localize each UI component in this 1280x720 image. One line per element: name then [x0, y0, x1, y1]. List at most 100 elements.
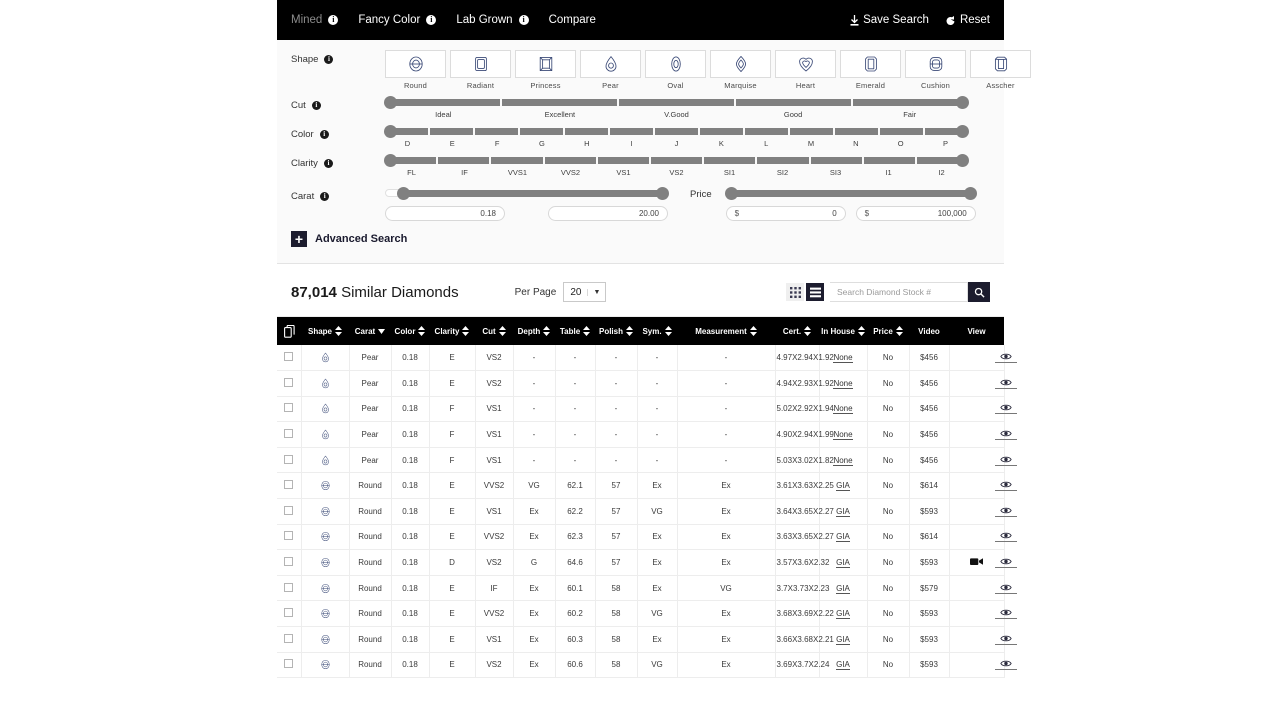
clarity-slider-segment[interactable]: [704, 156, 756, 164]
grid-view-button[interactable]: [786, 283, 804, 301]
color-slider-segment[interactable]: [565, 127, 608, 135]
row-checkbox-cell[interactable]: [277, 472, 302, 500]
price-min-input[interactable]: $ 0: [725, 206, 846, 221]
price-slider[interactable]: [724, 186, 977, 200]
table-row[interactable]: Round 0.18 E IF Ex 60.1 58 Ex VG 3.7X3.73X2.23 GIA…: [277, 575, 1017, 602]
clarity-slider-segment[interactable]: [491, 156, 543, 164]
sort-toggle-icon[interactable]: [749, 326, 757, 336]
row-checkbox-cell[interactable]: [277, 549, 302, 576]
info-icon[interactable]: i: [426, 15, 437, 25]
nav-tab-compare[interactable]: Compare: [549, 14, 596, 26]
shape-option-button[interactable]: [450, 50, 511, 78]
copy-icon[interactable]: [283, 324, 295, 338]
row-checkbox[interactable]: [284, 480, 294, 490]
sort-toggle-icon[interactable]: [583, 326, 591, 336]
cert-link[interactable]: GIA: [836, 506, 850, 517]
save-search-button[interactable]: Save Search: [850, 14, 929, 26]
shape-option-princess[interactable]: Princess: [515, 50, 576, 90]
shape-option-asscher[interactable]: Asscher: [970, 50, 1031, 90]
row-checkbox[interactable]: [284, 557, 294, 567]
nav-tab-lab-grown[interactable]: Lab Grown i: [456, 14, 529, 26]
cut-slider-handle-max[interactable]: [956, 95, 969, 109]
shape-option-pear[interactable]: Pear: [580, 50, 641, 90]
column-header-cert[interactable]: Cert.: [775, 317, 819, 345]
price-slider-handle-max[interactable]: [963, 186, 977, 200]
shape-option-button[interactable]: [970, 50, 1031, 78]
row-checkbox[interactable]: [284, 377, 294, 387]
color-slider-handle-max[interactable]: [956, 124, 969, 138]
cert-link[interactable]: None: [833, 430, 853, 441]
table-row[interactable]: Round 0.18 E VVS2 VG 62.1 57 Ex Ex 3.61X3.63X2.25…: [277, 472, 1017, 500]
table-row[interactable]: Round 0.18 D VS2 G 64.6 57 Ex Ex 3.57X3.6X2.32 GIA…: [277, 549, 1017, 576]
row-checkbox-cell[interactable]: [277, 345, 302, 372]
table-row[interactable]: Round 0.18 E VVS2 Ex 62.3 57 Ex Ex 3.63X3.65X2.27…: [277, 524, 1017, 551]
column-header-shape[interactable]: Shape: [301, 317, 349, 345]
table-row[interactable]: Pear 0.18 E VS2- - - - -4.94X2.93X1.92 None No $45…: [277, 370, 1017, 397]
nav-tab-mined[interactable]: Mined i: [291, 14, 339, 26]
price-max-input[interactable]: $ 100,000: [855, 206, 976, 221]
table-row[interactable]: Round 0.18 E VS1 Ex 60.3 58 Ex Ex 3.66X3.68X2.21 G…: [277, 626, 1017, 653]
stock-search-input[interactable]: Search Diamond Stock #: [830, 282, 968, 302]
row-checkbox-cell[interactable]: [277, 370, 302, 397]
cut-slider-segment[interactable]: [736, 98, 851, 106]
shape-option-button[interactable]: [385, 50, 446, 78]
sort-toggle-icon[interactable]: [895, 326, 903, 336]
carat-max-input[interactable]: 20.00: [548, 206, 668, 221]
carat-min-input[interactable]: 0.18: [385, 206, 505, 221]
shape-option-button[interactable]: [515, 50, 576, 78]
clarity-slider-handle-max[interactable]: [956, 153, 969, 167]
info-icon[interactable]: i: [328, 15, 339, 25]
shape-option-button[interactable]: [905, 50, 966, 78]
color-slider-segment[interactable]: [520, 127, 563, 135]
clarity-slider-segment[interactable]: [438, 156, 490, 164]
row-checkbox[interactable]: [284, 633, 294, 643]
video-camera-icon[interactable]: [970, 557, 983, 566]
cert-link[interactable]: None: [833, 353, 853, 364]
clarity-slider-handle-min[interactable]: [384, 153, 397, 167]
clarity-slider-segment[interactable]: [863, 156, 915, 164]
sort-toggle-icon[interactable]: [626, 326, 633, 336]
row-checkbox[interactable]: [284, 505, 294, 515]
column-header-polish[interactable]: Polish: [595, 317, 637, 345]
info-icon[interactable]: i: [518, 15, 529, 25]
sort-toggle-icon[interactable]: [664, 326, 672, 336]
column-header-table[interactable]: Table: [555, 317, 595, 345]
column-header-depth[interactable]: Depth: [513, 317, 555, 345]
column-header-cut[interactable]: Cut: [475, 317, 513, 345]
sort-toggle-icon[interactable]: [335, 326, 342, 336]
color-slider-segment[interactable]: [790, 127, 833, 135]
carat-slider[interactable]: [385, 186, 669, 200]
per-page-select[interactable]: 20 ▼: [563, 282, 607, 302]
color-slider-segment[interactable]: [430, 127, 473, 135]
cut-slider-handle-min[interactable]: [384, 95, 397, 109]
cert-link[interactable]: GIA: [836, 609, 850, 620]
shape-option-button[interactable]: [775, 50, 836, 78]
table-row[interactable]: Round 0.18 E VS2 Ex 60.6 58 VG Ex 3.69X3.7X2.24 GI…: [277, 652, 1017, 679]
info-icon[interactable]: i: [320, 192, 330, 201]
column-header-inhouse[interactable]: In House: [819, 317, 867, 345]
column-header-color[interactable]: Color: [391, 317, 429, 345]
shape-option-cushion[interactable]: Cushion: [905, 50, 966, 90]
color-slider[interactable]: [384, 124, 969, 138]
nav-tab-fancy-color[interactable]: Fancy Color i: [358, 14, 437, 26]
sort-toggle-icon[interactable]: [462, 326, 470, 336]
cut-slider-segment[interactable]: [385, 98, 500, 106]
info-icon[interactable]: i: [323, 159, 333, 168]
sort-toggle-icon[interactable]: [498, 326, 506, 336]
reset-button[interactable]: Reset: [945, 14, 990, 26]
table-row[interactable]: Pear 0.18 F VS1- - - - -5.02X2.92X1.94 None No $45…: [277, 396, 1017, 423]
row-checkbox-cell[interactable]: [277, 626, 302, 653]
clarity-slider-segment[interactable]: [650, 156, 703, 164]
row-checkbox[interactable]: [284, 403, 294, 413]
column-header-measurement[interactable]: Measurement: [677, 317, 775, 345]
color-slider-segment[interactable]: [610, 127, 653, 135]
row-checkbox-cell[interactable]: [277, 600, 302, 628]
color-slider-handle-min[interactable]: [384, 124, 397, 138]
color-slider-segment[interactable]: [475, 127, 518, 135]
shape-option-button[interactable]: [645, 50, 706, 78]
cut-slider-segment[interactable]: [619, 98, 734, 106]
cert-link[interactable]: None: [833, 455, 853, 466]
row-checkbox-cell[interactable]: [277, 396, 302, 423]
row-checkbox-cell[interactable]: [277, 652, 302, 679]
table-row[interactable]: Pear 0.18 F VS1- - - - -5.03X3.02X1.82 None No $45…: [277, 447, 1017, 474]
